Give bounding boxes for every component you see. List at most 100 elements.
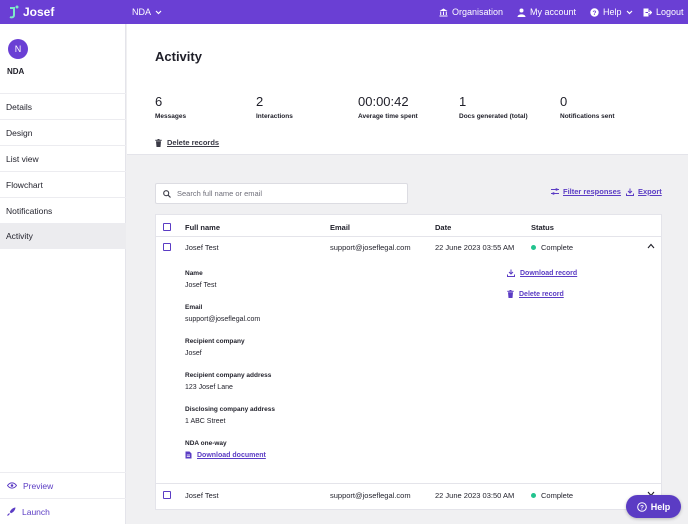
delete-record-link[interactable]: Delete record bbox=[507, 290, 564, 298]
svg-text:?: ? bbox=[640, 504, 644, 511]
stat-average-time: 00:00:42 Average time spent bbox=[358, 94, 418, 120]
organisation-link[interactable]: Organisation bbox=[439, 0, 503, 24]
download-document-link[interactable]: Download document bbox=[185, 451, 266, 459]
stat-label: Notifications sent bbox=[560, 113, 615, 120]
sidebar: N NDA Details Design List view Flowchart… bbox=[0, 24, 126, 524]
project-name: NDA bbox=[132, 7, 152, 17]
stat-label: Interactions bbox=[256, 113, 293, 120]
status-badge: Complete bbox=[531, 243, 573, 252]
help-floating-button[interactable]: ? Help bbox=[626, 495, 681, 518]
header-divider bbox=[156, 236, 661, 237]
josef-logo-icon bbox=[9, 5, 19, 19]
preview-label: Preview bbox=[23, 480, 54, 491]
row-email: support@joseflegal.com bbox=[330, 491, 411, 500]
project-dropdown[interactable]: NDA bbox=[132, 0, 162, 24]
status-dot bbox=[531, 245, 536, 250]
organisation-label: Organisation bbox=[452, 7, 504, 17]
field-value: support@joseflegal.com bbox=[185, 316, 261, 323]
filter-responses-button[interactable]: Filter responses bbox=[551, 187, 621, 196]
search-input[interactable] bbox=[177, 189, 397, 198]
filter-sliders-icon bbox=[551, 188, 559, 195]
status-text: Complete bbox=[541, 243, 574, 252]
sidebar-item-list-view[interactable]: List view bbox=[0, 145, 126, 171]
status-dot bbox=[531, 493, 536, 498]
field-value: 123 Josef Lane bbox=[185, 384, 233, 391]
field-value: Josef bbox=[185, 350, 202, 357]
logout-icon bbox=[643, 8, 652, 16]
question-circle-icon: ? bbox=[590, 7, 599, 17]
my-account-link[interactable]: My account bbox=[517, 0, 576, 24]
stat-interactions: 2 Interactions bbox=[256, 94, 293, 120]
logout-link[interactable]: Logout bbox=[643, 0, 684, 24]
eye-icon bbox=[7, 482, 17, 489]
field-value: Josef Test bbox=[185, 282, 217, 289]
field-label: Name bbox=[185, 270, 203, 277]
column-header-status: Status bbox=[531, 223, 554, 232]
svg-text:?: ? bbox=[593, 10, 597, 17]
sidebar-item-design[interactable]: Design bbox=[0, 119, 126, 145]
stat-notifications-sent: 0 Notifications sent bbox=[560, 94, 615, 120]
stat-value: 6 bbox=[155, 94, 163, 109]
column-header-email: Email bbox=[330, 223, 351, 232]
logout-label: Logout bbox=[656, 7, 684, 17]
select-all-checkbox[interactable] bbox=[163, 223, 171, 231]
download-record-link[interactable]: Download record bbox=[507, 269, 577, 277]
row-checkbox[interactable] bbox=[163, 243, 171, 251]
top-bar: Josef NDA Organisation My account ? Help… bbox=[0, 0, 688, 24]
field-value: 1 ABC Street bbox=[185, 418, 226, 425]
user-icon bbox=[517, 8, 526, 17]
download-icon bbox=[626, 188, 634, 196]
chevron-down-icon bbox=[626, 10, 632, 14]
stat-value: 00:00:42 bbox=[358, 94, 409, 109]
bank-icon bbox=[439, 8, 448, 16]
stat-label: Docs generated (total) bbox=[459, 113, 528, 120]
help-menu-label: Help bbox=[603, 7, 622, 17]
download-document-label: Download document bbox=[197, 451, 266, 459]
trash-icon bbox=[155, 138, 162, 147]
row-date: 22 June 2023 03:55 AM bbox=[435, 243, 515, 252]
activity-panel: Activity 6 Messages 2 Interactions 00:00… bbox=[127, 24, 688, 155]
rocket-icon bbox=[7, 507, 16, 516]
chevron-up-icon[interactable] bbox=[647, 243, 655, 249]
stat-messages: 6 Messages bbox=[155, 94, 186, 120]
chevron-down-icon bbox=[155, 10, 162, 14]
delete-records-button[interactable]: Delete records bbox=[155, 138, 219, 147]
help-menu[interactable]: ? Help bbox=[590, 0, 633, 24]
export-button[interactable]: Export bbox=[626, 187, 662, 196]
sidebar-item-activity[interactable]: Activity bbox=[0, 223, 126, 249]
question-circle-icon: ? bbox=[636, 501, 647, 512]
field-label: Disclosing company address bbox=[185, 406, 275, 413]
sidebar-item-notifications[interactable]: Notifications bbox=[0, 197, 126, 223]
row-divider bbox=[156, 483, 661, 484]
stat-value: 2 bbox=[256, 94, 264, 109]
row-checkbox[interactable] bbox=[163, 491, 171, 499]
stat-value: 0 bbox=[560, 94, 568, 109]
sidebar-item-flowchart[interactable]: Flowchart bbox=[0, 171, 126, 197]
status-badge: Complete bbox=[531, 491, 573, 500]
page-title: Activity bbox=[155, 49, 202, 64]
row-date: 22 June 2023 03:50 AM bbox=[435, 491, 515, 500]
sidebar-item-details[interactable]: Details bbox=[0, 93, 126, 119]
stat-label: Average time spent bbox=[358, 113, 418, 120]
field-label: Email bbox=[185, 304, 203, 311]
field-label: Recipient company address bbox=[185, 372, 272, 379]
preview-button[interactable]: Preview bbox=[0, 472, 126, 498]
stat-docs-generated: 1 Docs generated (total) bbox=[459, 94, 528, 120]
search-icon bbox=[163, 189, 171, 198]
stat-value: 1 bbox=[459, 94, 467, 109]
status-text: Complete bbox=[541, 491, 574, 500]
column-header-full-name: Full name bbox=[185, 223, 221, 232]
field-label: NDA one-way bbox=[185, 440, 227, 447]
download-record-label: Download record bbox=[520, 269, 578, 277]
logo-text: Josef bbox=[23, 5, 55, 19]
row-full-name: Josef Test bbox=[185, 243, 219, 252]
help-floating-label: Help bbox=[650, 501, 671, 512]
column-header-date: Date bbox=[435, 223, 452, 232]
my-account-label: My account bbox=[530, 7, 577, 17]
search-field[interactable] bbox=[155, 183, 408, 204]
launch-button[interactable]: Launch bbox=[0, 498, 126, 524]
document-icon bbox=[185, 451, 192, 459]
filter-responses-label: Filter responses bbox=[563, 187, 621, 196]
josef-logo[interactable]: Josef bbox=[8, 4, 54, 20]
launch-label: Launch bbox=[22, 506, 50, 517]
